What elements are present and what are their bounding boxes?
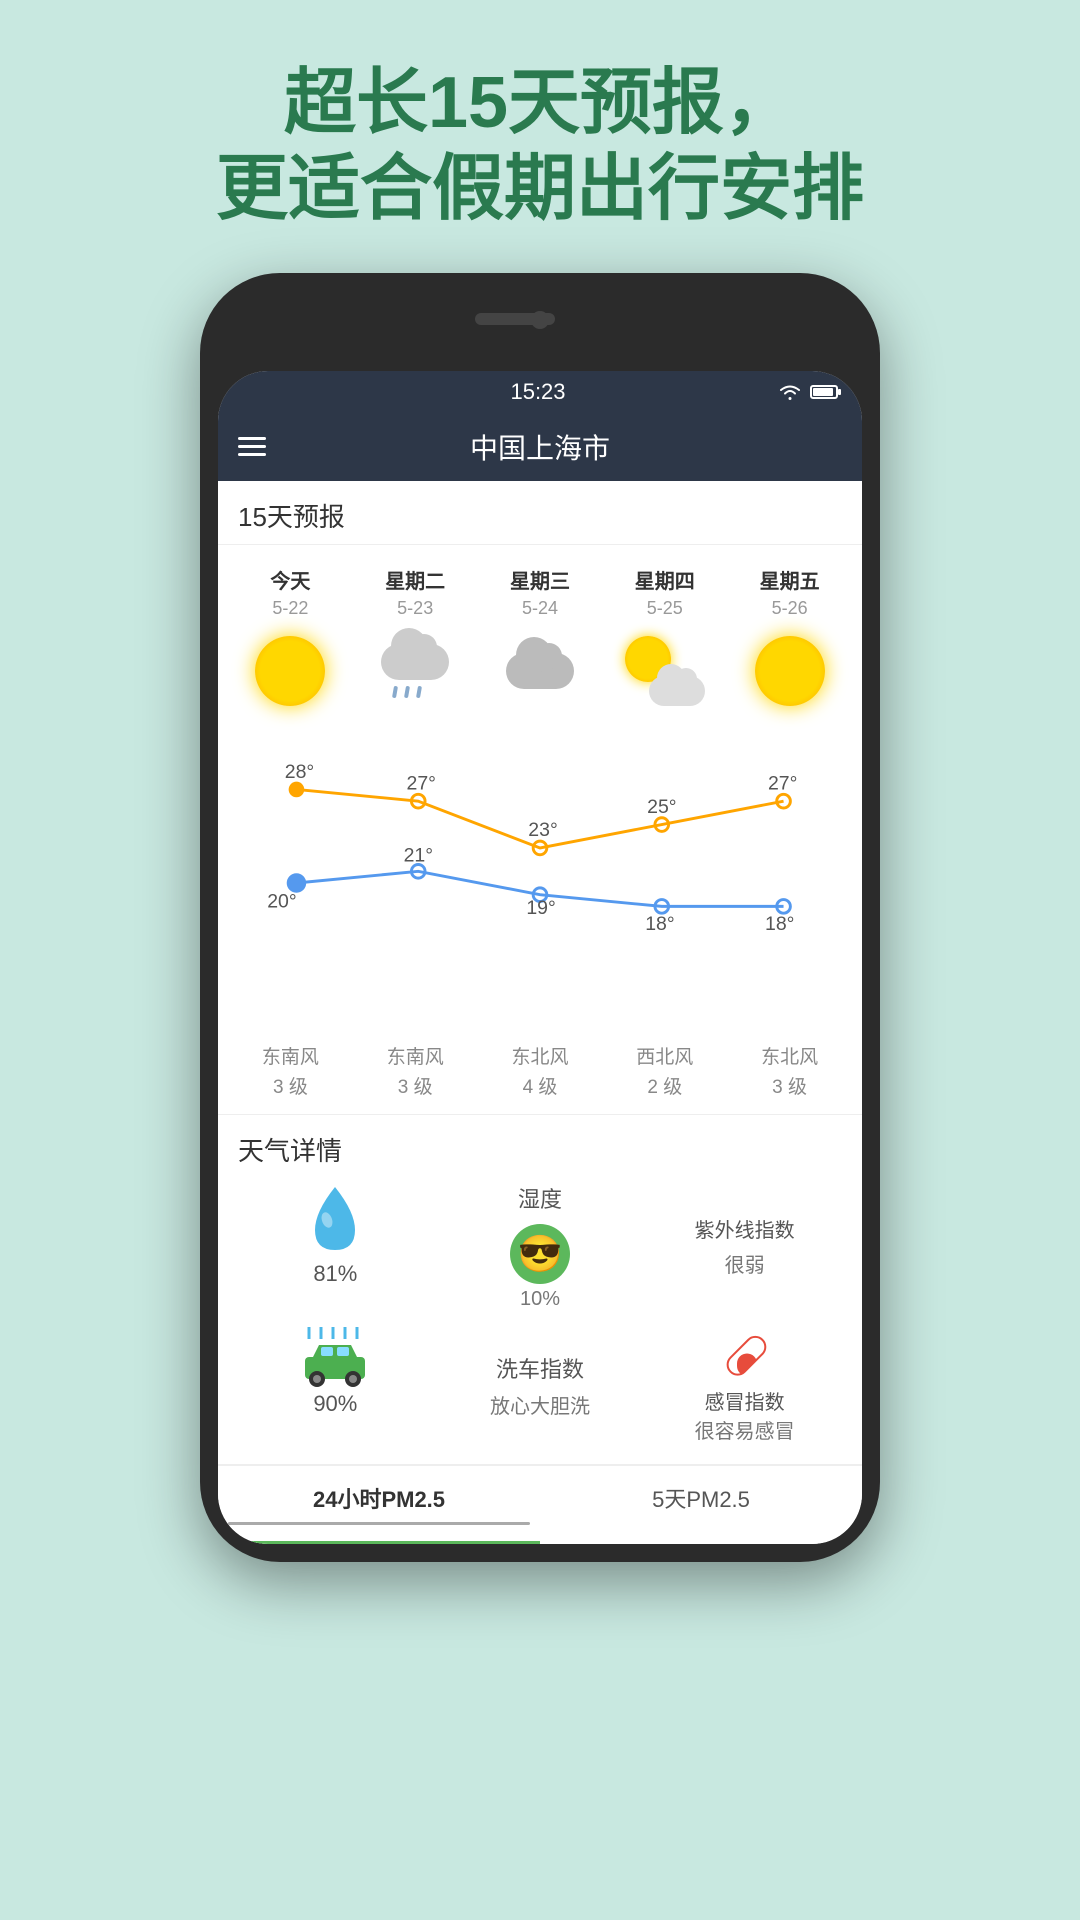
details-section: 天气详情 81% 湿度 xyxy=(218,1115,862,1464)
phone-screen: 15:23 xyxy=(218,371,862,1544)
wifi-icon xyxy=(778,383,802,401)
low-label-5: 18° xyxy=(765,913,794,935)
day-name-3: 星期三 xyxy=(510,565,570,594)
wind-cell-3: 东北风4 级 xyxy=(478,1043,603,1104)
day-date-4: 5-25 xyxy=(647,598,683,619)
detail-cold: 感冒指数 很容易感冒 xyxy=(647,1327,842,1444)
forecast-day-3: 星期三 5-24 xyxy=(478,555,603,733)
low-label-4: 18° xyxy=(645,913,674,935)
low-label-1: 20° xyxy=(267,890,296,912)
high-dot-1 xyxy=(289,781,305,797)
tab-pm25-24h[interactable]: 24小时PM2.5 xyxy=(218,1466,540,1544)
day-date-1: 5-22 xyxy=(272,598,308,619)
pill-icon xyxy=(717,1327,772,1382)
humidity-label-text: 湿度 xyxy=(518,1182,562,1214)
phone-top-bar xyxy=(218,291,862,371)
forecast-section-title: 15天预报 xyxy=(218,481,862,545)
headline: 超长15天预报， 更适合假期出行安排 xyxy=(0,0,1080,273)
cloud-icon xyxy=(506,653,574,689)
sun-icon-5 xyxy=(755,636,825,706)
uv-label: 紫外线指数 xyxy=(695,1214,795,1243)
forecast-row: 今天 5-22 星期二 5-23 xyxy=(218,545,862,733)
wind-cell-2: 东南风3 级 xyxy=(353,1043,478,1104)
day-date-3: 5-24 xyxy=(522,598,558,619)
details-header: 天气详情 xyxy=(238,1131,842,1168)
tab-pm25-5d[interactable]: 5天PM2.5 xyxy=(540,1466,862,1544)
day-name-4: 星期四 xyxy=(635,565,695,594)
forecast-day-1: 今天 5-22 xyxy=(228,555,353,733)
cloud-rain-icon xyxy=(381,644,449,698)
sunglass-value: 10% xyxy=(520,1288,560,1311)
details-row-1: 81% 湿度 😎 10% 紫外线指数 xyxy=(238,1182,842,1311)
detail-humidity-icon: 81% xyxy=(238,1182,433,1311)
battery-icon xyxy=(810,384,842,400)
weather-icon-5 xyxy=(750,631,830,711)
detail-humidity-label: 湿度 😎 10% xyxy=(443,1182,638,1311)
high-label-2: 27° xyxy=(407,772,436,794)
day-name-2: 星期二 xyxy=(385,565,445,594)
day-name-5: 星期五 xyxy=(760,565,820,594)
wind-cell-5: 东北风3 级 xyxy=(727,1043,852,1104)
phone-mockup: 15:23 xyxy=(200,273,880,1562)
temperature-chart: 28° 27° 23° 25° 27° xyxy=(218,733,862,1033)
car-wash-icon xyxy=(299,1327,371,1387)
status-icons xyxy=(778,383,842,401)
wind-cell-1: 东南风3 级 xyxy=(228,1043,353,1104)
wind-cell-4: 西北风2 级 xyxy=(602,1043,727,1104)
forecast-day-2: 星期二 5-23 xyxy=(353,555,478,733)
day-date-2: 5-23 xyxy=(397,598,433,619)
wind-row: 东南风3 级 东南风3 级 东北风4 级 西北风2 级 东北风3 级 xyxy=(218,1033,862,1115)
sunglass-icon: 😎 xyxy=(510,1224,570,1284)
sun-icon-1 xyxy=(255,636,325,706)
high-label-3: 23° xyxy=(528,819,557,841)
low-label-2: 21° xyxy=(404,844,433,866)
weather-icon-2 xyxy=(375,631,455,711)
high-label-5: 27° xyxy=(768,772,797,794)
forecast-day-5: 星期五 5-26 xyxy=(727,555,852,733)
high-label-4: 25° xyxy=(647,796,676,818)
day-date-5: 5-26 xyxy=(772,598,808,619)
page-background: 超长15天预报， 更适合假期出行安排 15:23 xyxy=(0,0,1080,1562)
bottom-tabs: 24小时PM2.5 5天PM2.5 xyxy=(218,1464,862,1544)
app-content: 15天预报 今天 5-22 星期二 5-23 xyxy=(218,481,862,1544)
menu-icon[interactable] xyxy=(238,437,266,456)
status-time: 15:23 xyxy=(298,379,778,405)
weather-icon-4 xyxy=(625,631,705,711)
detail-carwash-icon: 90% xyxy=(238,1327,433,1444)
detail-carwash-label: 洗车指数 放心大胆洗 xyxy=(443,1327,638,1444)
day-name-1: 今天 xyxy=(270,565,310,594)
weather-icon-3 xyxy=(500,631,580,711)
tab-indicator-24h xyxy=(228,1522,530,1525)
low-label-3: 19° xyxy=(526,897,555,919)
carwash-status: 放心大胆洗 xyxy=(490,1390,590,1419)
chart-svg: 28° 27° 23° 25° 27° xyxy=(238,743,842,1023)
details-row-2: 90% 洗车指数 放心大胆洗 xyxy=(238,1327,842,1444)
partly-cloudy-icon xyxy=(625,636,705,706)
cold-status: 很容易感冒 xyxy=(695,1415,795,1444)
app-header: 中国上海市 xyxy=(218,413,862,481)
headline-line2: 更适合假期出行安排 xyxy=(0,146,1080,232)
carwash-label-text: 洗车指数 xyxy=(496,1352,584,1384)
phone-camera xyxy=(531,311,549,329)
status-bar: 15:23 xyxy=(218,371,862,413)
headline-line1: 超长15天预报， xyxy=(0,60,1080,146)
forecast-day-4: 星期四 5-25 xyxy=(602,555,727,733)
high-label-1: 28° xyxy=(285,761,314,783)
uv-value: 很弱 xyxy=(725,1249,765,1278)
water-drop-icon xyxy=(305,1182,365,1257)
carwash-value: 90% xyxy=(313,1391,357,1417)
humidity-value: 81% xyxy=(313,1261,357,1287)
detail-uv: 紫外线指数 很弱 xyxy=(647,1182,842,1311)
app-title: 中国上海市 xyxy=(286,427,794,467)
cold-label: 感冒指数 xyxy=(705,1386,785,1415)
weather-icon-1 xyxy=(250,631,330,711)
humidity-status: 😎 xyxy=(510,1224,570,1284)
